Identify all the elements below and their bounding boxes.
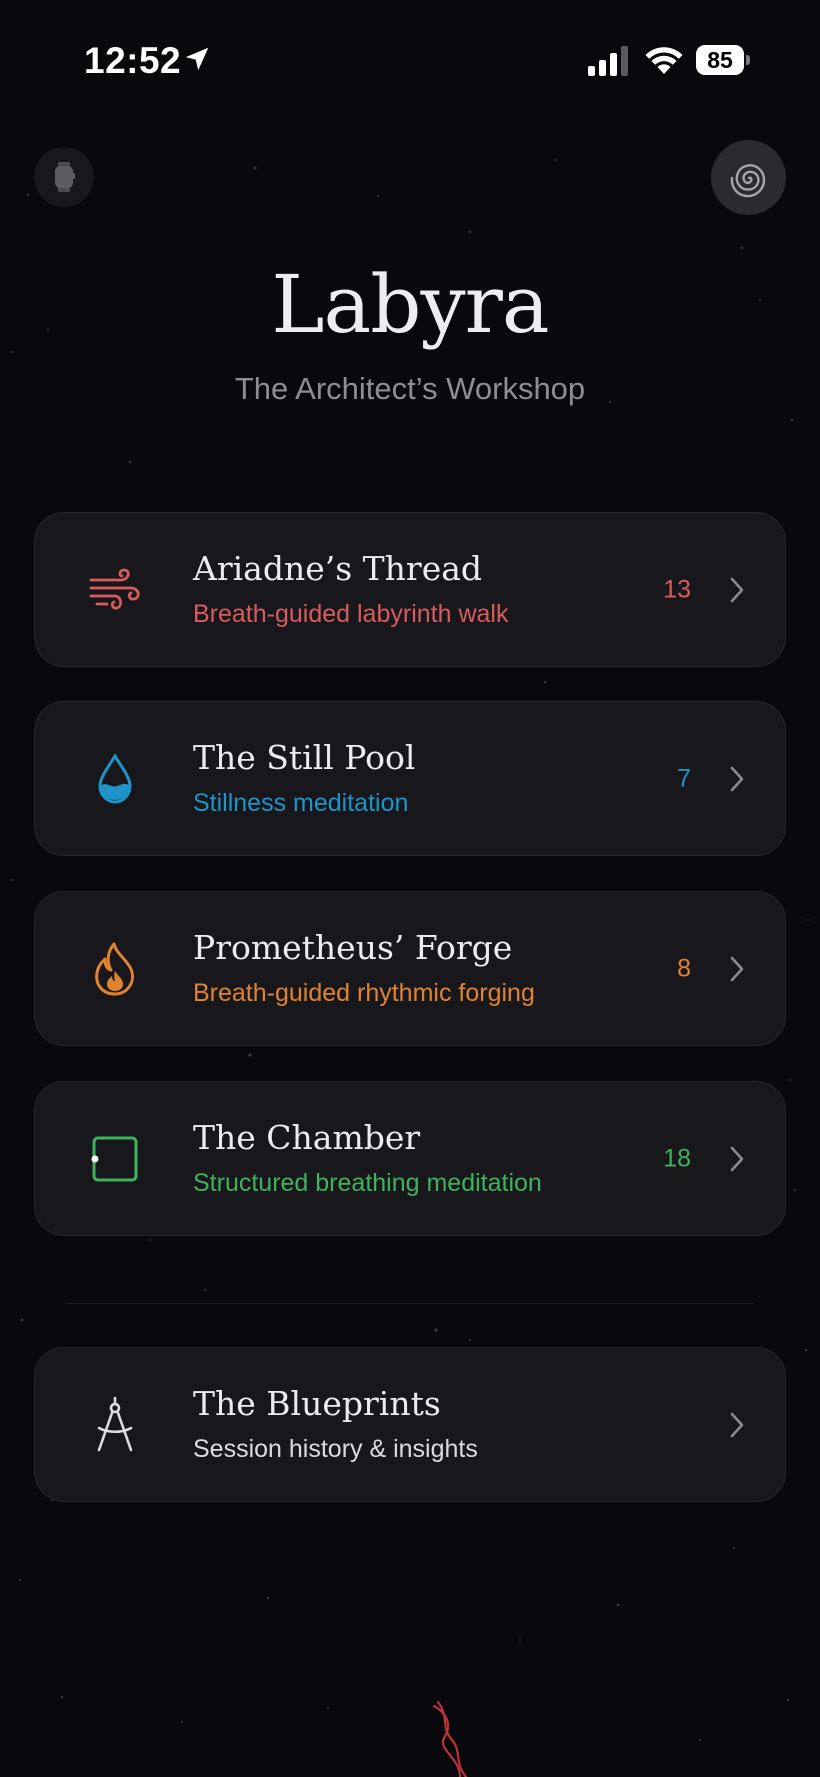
session-count: 18 bbox=[663, 1144, 691, 1172]
blueprints-title: The Blueprints bbox=[193, 1384, 441, 1423]
watch-button[interactable] bbox=[34, 147, 94, 207]
practice-card-chamber[interactable]: The Chamber Structured breathing meditat… bbox=[34, 1081, 786, 1236]
blueprints-subtitle: Session history & insights bbox=[193, 1435, 478, 1463]
practice-card-ariadnes-thread[interactable]: Ariadne’s Thread Breath-guided labyrinth… bbox=[34, 512, 786, 667]
app-subtitle: The Architect’s Workshop bbox=[234, 371, 586, 406]
water-drop-icon bbox=[85, 749, 145, 809]
status-time: 12:52 bbox=[84, 40, 182, 81]
chevron-right-icon bbox=[730, 577, 744, 602]
chevron-right-icon bbox=[730, 766, 744, 791]
drafting-compass-icon bbox=[85, 1395, 145, 1455]
practice-subtitle: Structured breathing meditation bbox=[193, 1169, 542, 1197]
section-divider bbox=[66, 1303, 754, 1304]
cellular-signal-icon bbox=[588, 46, 628, 76]
practice-subtitle: Breath-guided labyrinth walk bbox=[193, 600, 509, 628]
practice-card-prometheus-forge[interactable]: Prometheus’ Forge Breath-guided rhythmic… bbox=[34, 891, 786, 1046]
location-arrow-icon bbox=[185, 47, 209, 71]
session-count: 8 bbox=[677, 954, 691, 982]
practice-title: The Still Pool bbox=[193, 738, 416, 777]
watch-icon bbox=[55, 162, 75, 192]
square-icon bbox=[85, 1129, 145, 1189]
practice-subtitle: Stillness meditation bbox=[193, 789, 409, 817]
spiral-icon bbox=[730, 163, 765, 197]
battery-indicator: 85 bbox=[696, 45, 750, 75]
session-count: 13 bbox=[663, 575, 691, 603]
flame-icon bbox=[85, 939, 145, 999]
chevron-right-icon bbox=[730, 1146, 744, 1171]
thread-decoration bbox=[432, 1700, 468, 1777]
chevron-right-icon bbox=[730, 1412, 744, 1437]
session-count: 7 bbox=[677, 764, 691, 792]
battery-level: 85 bbox=[696, 45, 744, 75]
spiral-button[interactable] bbox=[711, 140, 786, 215]
practice-title: Ariadne’s Thread bbox=[193, 549, 483, 588]
practice-subtitle: Breath-guided rhythmic forging bbox=[193, 979, 535, 1007]
blueprints-card[interactable]: The Blueprints Session history & insight… bbox=[34, 1347, 786, 1502]
app-title: Labyra bbox=[271, 258, 549, 351]
practice-title: Prometheus’ Forge bbox=[193, 928, 513, 967]
battery-cap bbox=[746, 55, 750, 65]
practice-card-still-pool[interactable]: The Still Pool Stillness meditation 7 bbox=[34, 701, 786, 856]
practice-title: The Chamber bbox=[193, 1118, 421, 1157]
wind-icon bbox=[85, 560, 145, 620]
status-bar: 12:52 85 bbox=[0, 0, 820, 120]
chevron-right-icon bbox=[730, 956, 744, 981]
wifi-icon bbox=[645, 47, 683, 74]
